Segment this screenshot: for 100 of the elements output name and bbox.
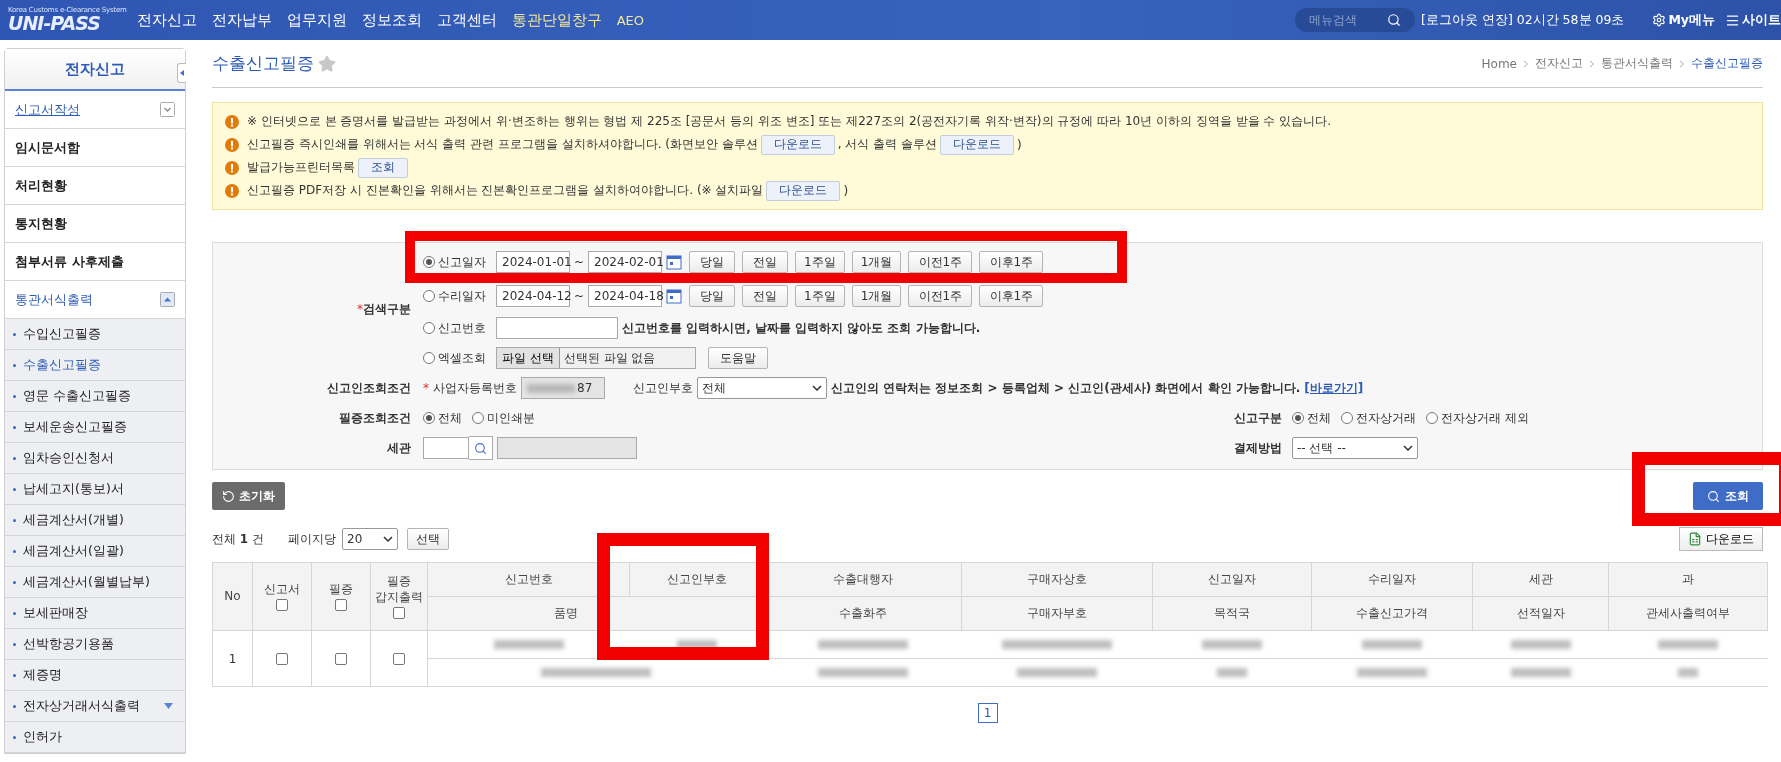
apply-button[interactable]: 선택 <box>407 528 449 550</box>
notice-button[interactable]: 다운로드 <box>760 134 835 155</box>
radio-label: 신고번호 <box>438 319 486 337</box>
radio-button[interactable] <box>423 290 435 302</box>
sidebar-label: 인허가 <box>13 728 62 746</box>
sidebar-label: 임차승인신청서 <box>13 449 114 467</box>
sidebar-item[interactable]: 세금계산서(개별) <box>5 505 185 536</box>
radio-button[interactable] <box>423 322 435 334</box>
period-button[interactable]: 당일 <box>689 251 736 273</box>
file-status: 선택된 파일 없음 <box>562 349 656 367</box>
input-field[interactable] <box>496 317 618 339</box>
checkbox[interactable] <box>276 653 288 665</box>
period-button[interactable]: 1주일 <box>795 251 845 273</box>
notice-text: ) <box>1017 137 1022 152</box>
checkbox[interactable] <box>393 607 405 620</box>
nav-item[interactable]: 정보조회 <box>361 10 422 30</box>
period-button[interactable]: 이후1주 <box>979 251 1044 273</box>
checkbox[interactable] <box>335 653 347 665</box>
per-page-select[interactable]: 20 <box>342 528 398 550</box>
notice-button[interactable]: 조회 <box>358 157 408 178</box>
warning-icon <box>225 114 239 129</box>
form-label: 결제방법 <box>1234 440 1282 455</box>
breadcrumb-link[interactable]: 전자신고 <box>1535 55 1583 72</box>
radio-button[interactable] <box>1292 412 1304 424</box>
sidebar-item[interactable]: 세금계산서(월별납부) <box>5 567 185 598</box>
sidebar-item[interactable]: 납세고지(통보)서 <box>5 474 185 505</box>
sidebar-item[interactable]: 제증명 <box>5 660 185 691</box>
breadcrumb-link[interactable]: 수출신고필증 <box>1691 55 1763 72</box>
search-button[interactable]: 조회 <box>1693 482 1763 510</box>
sidebar-item[interactable]: 수입신고필증 <box>5 319 185 350</box>
star-icon[interactable] <box>318 54 336 73</box>
help-button[interactable]: 도움말 <box>708 347 768 369</box>
date-field[interactable]: 2024-02-01 <box>588 251 663 273</box>
sidebar-item[interactable]: 세금계산서(일괄) <box>5 536 185 567</box>
reset-button[interactable]: 초기화 <box>212 482 285 510</box>
radio-button[interactable] <box>423 412 435 424</box>
breadcrumb-link[interactable]: Home <box>1481 56 1517 71</box>
breadcrumb-link[interactable]: 통관서식출력 <box>1601 55 1673 72</box>
date-field[interactable]: 2024-01-01 <box>496 251 570 273</box>
search-icon[interactable] <box>1387 13 1402 27</box>
page-link[interactable]: 1 <box>977 703 998 723</box>
nav-item[interactable]: AEO <box>616 12 645 28</box>
file-select-button[interactable]: 파일 선택 <box>497 348 560 368</box>
collapse-icon[interactable] <box>160 292 175 307</box>
nav-item[interactable]: 전자납부 <box>211 10 272 30</box>
date-field[interactable]: 2024-04-12 <box>496 285 570 307</box>
sidebar-item[interactable]: 임차승인신청서 <box>5 443 185 474</box>
triangle-down-icon[interactable] <box>164 703 173 709</box>
notice-button[interactable]: 다운로드 <box>766 180 841 201</box>
download-button[interactable]: 다운로드 <box>1679 527 1763 551</box>
radio-button[interactable] <box>1426 412 1438 424</box>
range-separator: ~ <box>574 255 585 269</box>
calendar-icon[interactable] <box>666 288 683 304</box>
checkbox[interactable] <box>393 653 405 665</box>
period-button[interactable]: 1개월 <box>851 251 902 273</box>
nav-item[interactable]: 통관단일창구 <box>511 10 602 30</box>
shortcut-link[interactable]: [바로가기] <box>1304 379 1364 397</box>
period-button[interactable]: 이후1주 <box>979 285 1044 307</box>
menu-search-bar[interactable]: 메뉴검색 <box>1295 8 1416 32</box>
sidebar-item[interactable]: 영문 수출신고필증 <box>5 381 185 412</box>
sidebar-item[interactable]: 전자상거래서식출력 <box>5 691 185 722</box>
sidebar-item[interactable]: 보세판매장 <box>5 598 185 629</box>
notice-button[interactable]: 다운로드 <box>940 134 1015 155</box>
date-field[interactable]: 2024-04-18 <box>588 285 663 307</box>
period-button[interactable]: 이전1주 <box>908 251 973 273</box>
form-label: 신고구분 <box>1234 410 1282 425</box>
search-button[interactable] <box>469 436 493 460</box>
search-input[interactable]: 메뉴검색 <box>1307 12 1388 28</box>
sidebar-item[interactable]: 인허가 <box>5 722 185 753</box>
period-button[interactable]: 1개월 <box>851 285 902 307</box>
customs-code-field[interactable] <box>423 437 469 459</box>
collapse-button[interactable] <box>177 63 186 83</box>
sidebar-item[interactable]: 선박항공기용품 <box>5 629 185 660</box>
payment-method-select[interactable]: -- 선택 -- <box>1292 437 1418 459</box>
file-field[interactable]: 파일 선택 선택된 파일 없음 <box>496 347 696 369</box>
radio-button[interactable] <box>1341 412 1353 424</box>
declarant-code-select[interactable]: 전체 <box>697 377 827 399</box>
checkbox[interactable] <box>276 599 288 612</box>
calendar-icon[interactable] <box>666 254 683 270</box>
period-button[interactable]: 이전1주 <box>908 285 973 307</box>
radio-button[interactable] <box>472 412 484 424</box>
nav-item[interactable]: 고객센터 <box>436 10 497 30</box>
sidebar-item[interactable]: 수출신고필증 <box>5 350 185 381</box>
checkbox[interactable] <box>335 599 347 612</box>
period-button[interactable]: 당일 <box>689 285 736 307</box>
sidebar-item[interactable]: 보세운송신고필증 <box>5 412 185 443</box>
notice-text: , 서식 출력 솔루션 <box>837 136 938 153</box>
radio-button[interactable] <box>423 352 435 364</box>
sitemap-link[interactable]: 사이트 <box>1725 11 1781 29</box>
expand-icon[interactable] <box>160 102 175 117</box>
my-menu-link[interactable]: My메뉴 <box>1652 11 1715 29</box>
period-button[interactable]: 전일 <box>742 251 789 273</box>
nav-item[interactable]: 업무지원 <box>286 10 347 30</box>
radio-button[interactable] <box>423 256 435 268</box>
period-button[interactable]: 전일 <box>742 285 789 307</box>
sidebar-label: 수입신고필증 <box>13 325 101 343</box>
nav-item[interactable]: 전자신고 <box>136 10 197 30</box>
business-number-field[interactable]: 87 <box>521 377 605 399</box>
redacted-text <box>1217 667 1247 677</box>
period-button[interactable]: 1주일 <box>795 285 845 307</box>
